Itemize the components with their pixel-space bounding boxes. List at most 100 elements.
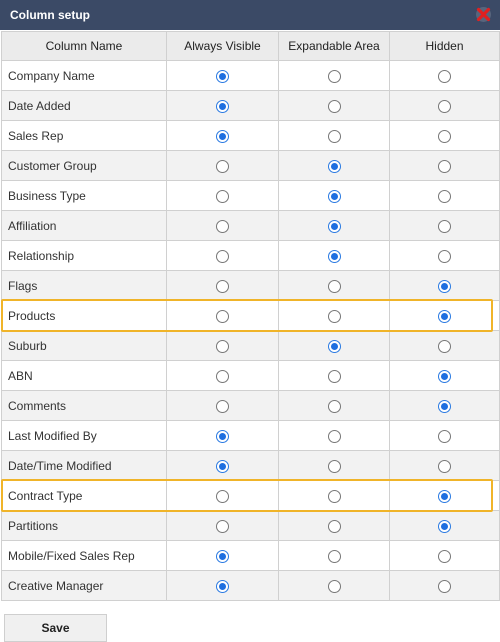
radio-expandable[interactable]	[327, 489, 341, 503]
option-cell-expandable	[278, 60, 390, 91]
radio-expandable[interactable]	[327, 249, 341, 263]
column-name-cell: Creative Manager	[1, 570, 167, 601]
radio-expandable[interactable]	[327, 219, 341, 233]
radio-hidden[interactable]	[438, 189, 451, 203]
option-cell-hidden	[389, 390, 500, 421]
radio-hidden[interactable]	[438, 459, 451, 473]
radio-hidden[interactable]	[438, 279, 451, 293]
column-name-cell: Company Name	[1, 60, 167, 91]
radio-hidden[interactable]	[438, 399, 451, 413]
header-hidden: Hidden	[389, 31, 500, 61]
radio-hidden[interactable]	[438, 309, 451, 323]
table-row: Products	[1, 300, 500, 331]
radio-expandable[interactable]	[327, 69, 341, 83]
radio-always[interactable]	[216, 519, 229, 533]
radio-hidden[interactable]	[438, 549, 451, 563]
option-cell-hidden	[389, 180, 500, 211]
header-always-visible: Always Visible	[166, 31, 279, 61]
column-name-cell: Business Type	[1, 180, 167, 211]
close-icon[interactable]	[475, 6, 492, 23]
radio-expandable[interactable]	[327, 279, 341, 293]
dialog-title: Column setup	[10, 8, 90, 22]
radio-expandable[interactable]	[327, 99, 341, 113]
option-cell-hidden	[389, 60, 500, 91]
save-button[interactable]: Save	[4, 614, 107, 642]
radio-always[interactable]	[216, 549, 229, 563]
column-name-cell: ABN	[1, 360, 167, 391]
radio-expandable[interactable]	[327, 129, 341, 143]
radio-always[interactable]	[216, 129, 229, 143]
radio-hidden[interactable]	[438, 219, 451, 233]
option-cell-always	[166, 330, 279, 361]
header-column-name: Column Name	[1, 31, 167, 61]
option-cell-hidden	[389, 330, 500, 361]
radio-hidden[interactable]	[438, 339, 451, 353]
radio-expandable[interactable]	[327, 519, 341, 533]
radio-always[interactable]	[216, 579, 229, 593]
column-name-cell: Last Modified By	[1, 420, 167, 451]
radio-always[interactable]	[216, 159, 229, 173]
radio-expandable[interactable]	[327, 309, 341, 323]
option-cell-always	[166, 120, 279, 151]
column-name-cell: Affiliation	[1, 210, 167, 241]
radio-hidden[interactable]	[438, 69, 451, 83]
radio-expandable[interactable]	[327, 579, 341, 593]
radio-always[interactable]	[216, 99, 229, 113]
radio-hidden[interactable]	[438, 99, 451, 113]
radio-always[interactable]	[216, 339, 229, 353]
option-cell-expandable	[278, 270, 390, 301]
option-cell-hidden	[389, 420, 500, 451]
option-cell-expandable	[278, 360, 390, 391]
radio-always[interactable]	[216, 309, 229, 323]
option-cell-always	[166, 360, 279, 391]
radio-expandable[interactable]	[327, 429, 341, 443]
radio-hidden[interactable]	[438, 489, 451, 503]
column-name-cell: Contract Type	[1, 480, 167, 511]
radio-expandable[interactable]	[327, 159, 341, 173]
radio-always[interactable]	[216, 69, 229, 83]
radio-expandable[interactable]	[327, 339, 341, 353]
column-name-cell: Partitions	[1, 510, 167, 541]
radio-always[interactable]	[216, 249, 229, 263]
table-row: Comments	[1, 390, 500, 421]
table-row: Affiliation	[1, 210, 500, 241]
radio-always[interactable]	[216, 279, 229, 293]
table-row: Company Name	[1, 60, 500, 91]
column-name-cell: Comments	[1, 390, 167, 421]
radio-always[interactable]	[216, 489, 229, 503]
radio-always[interactable]	[216, 399, 229, 413]
radio-expandable[interactable]	[327, 399, 341, 413]
table-row: ABN	[1, 360, 500, 391]
radio-always[interactable]	[216, 459, 229, 473]
table-row: Relationship	[1, 240, 500, 271]
radio-hidden[interactable]	[438, 159, 451, 173]
option-cell-always	[166, 210, 279, 241]
radio-hidden[interactable]	[438, 249, 451, 263]
radio-always[interactable]	[216, 429, 229, 443]
radio-expandable[interactable]	[327, 549, 341, 563]
radio-expandable[interactable]	[327, 369, 341, 383]
option-cell-always	[166, 150, 279, 181]
option-cell-expandable	[278, 120, 390, 151]
option-cell-always	[166, 300, 279, 331]
radio-always[interactable]	[216, 219, 229, 233]
radio-expandable[interactable]	[327, 459, 341, 473]
radio-hidden[interactable]	[438, 519, 451, 533]
option-cell-expandable	[278, 450, 390, 481]
table-header-row: Column Name Always Visible Expandable Ar…	[1, 31, 500, 61]
radio-hidden[interactable]	[438, 129, 451, 143]
column-name-cell: Mobile/Fixed Sales Rep	[1, 540, 167, 571]
option-cell-hidden	[389, 270, 500, 301]
option-cell-expandable	[278, 150, 390, 181]
radio-hidden[interactable]	[438, 429, 451, 443]
column-name-cell: Date/Time Modified	[1, 450, 167, 481]
radio-hidden[interactable]	[438, 369, 451, 383]
radio-always[interactable]	[216, 189, 229, 203]
radio-hidden[interactable]	[438, 579, 451, 593]
option-cell-hidden	[389, 360, 500, 391]
header-expandable-area: Expandable Area	[278, 31, 390, 61]
option-cell-always	[166, 480, 279, 511]
option-cell-hidden	[389, 570, 500, 601]
radio-expandable[interactable]	[327, 189, 341, 203]
radio-always[interactable]	[216, 369, 229, 383]
